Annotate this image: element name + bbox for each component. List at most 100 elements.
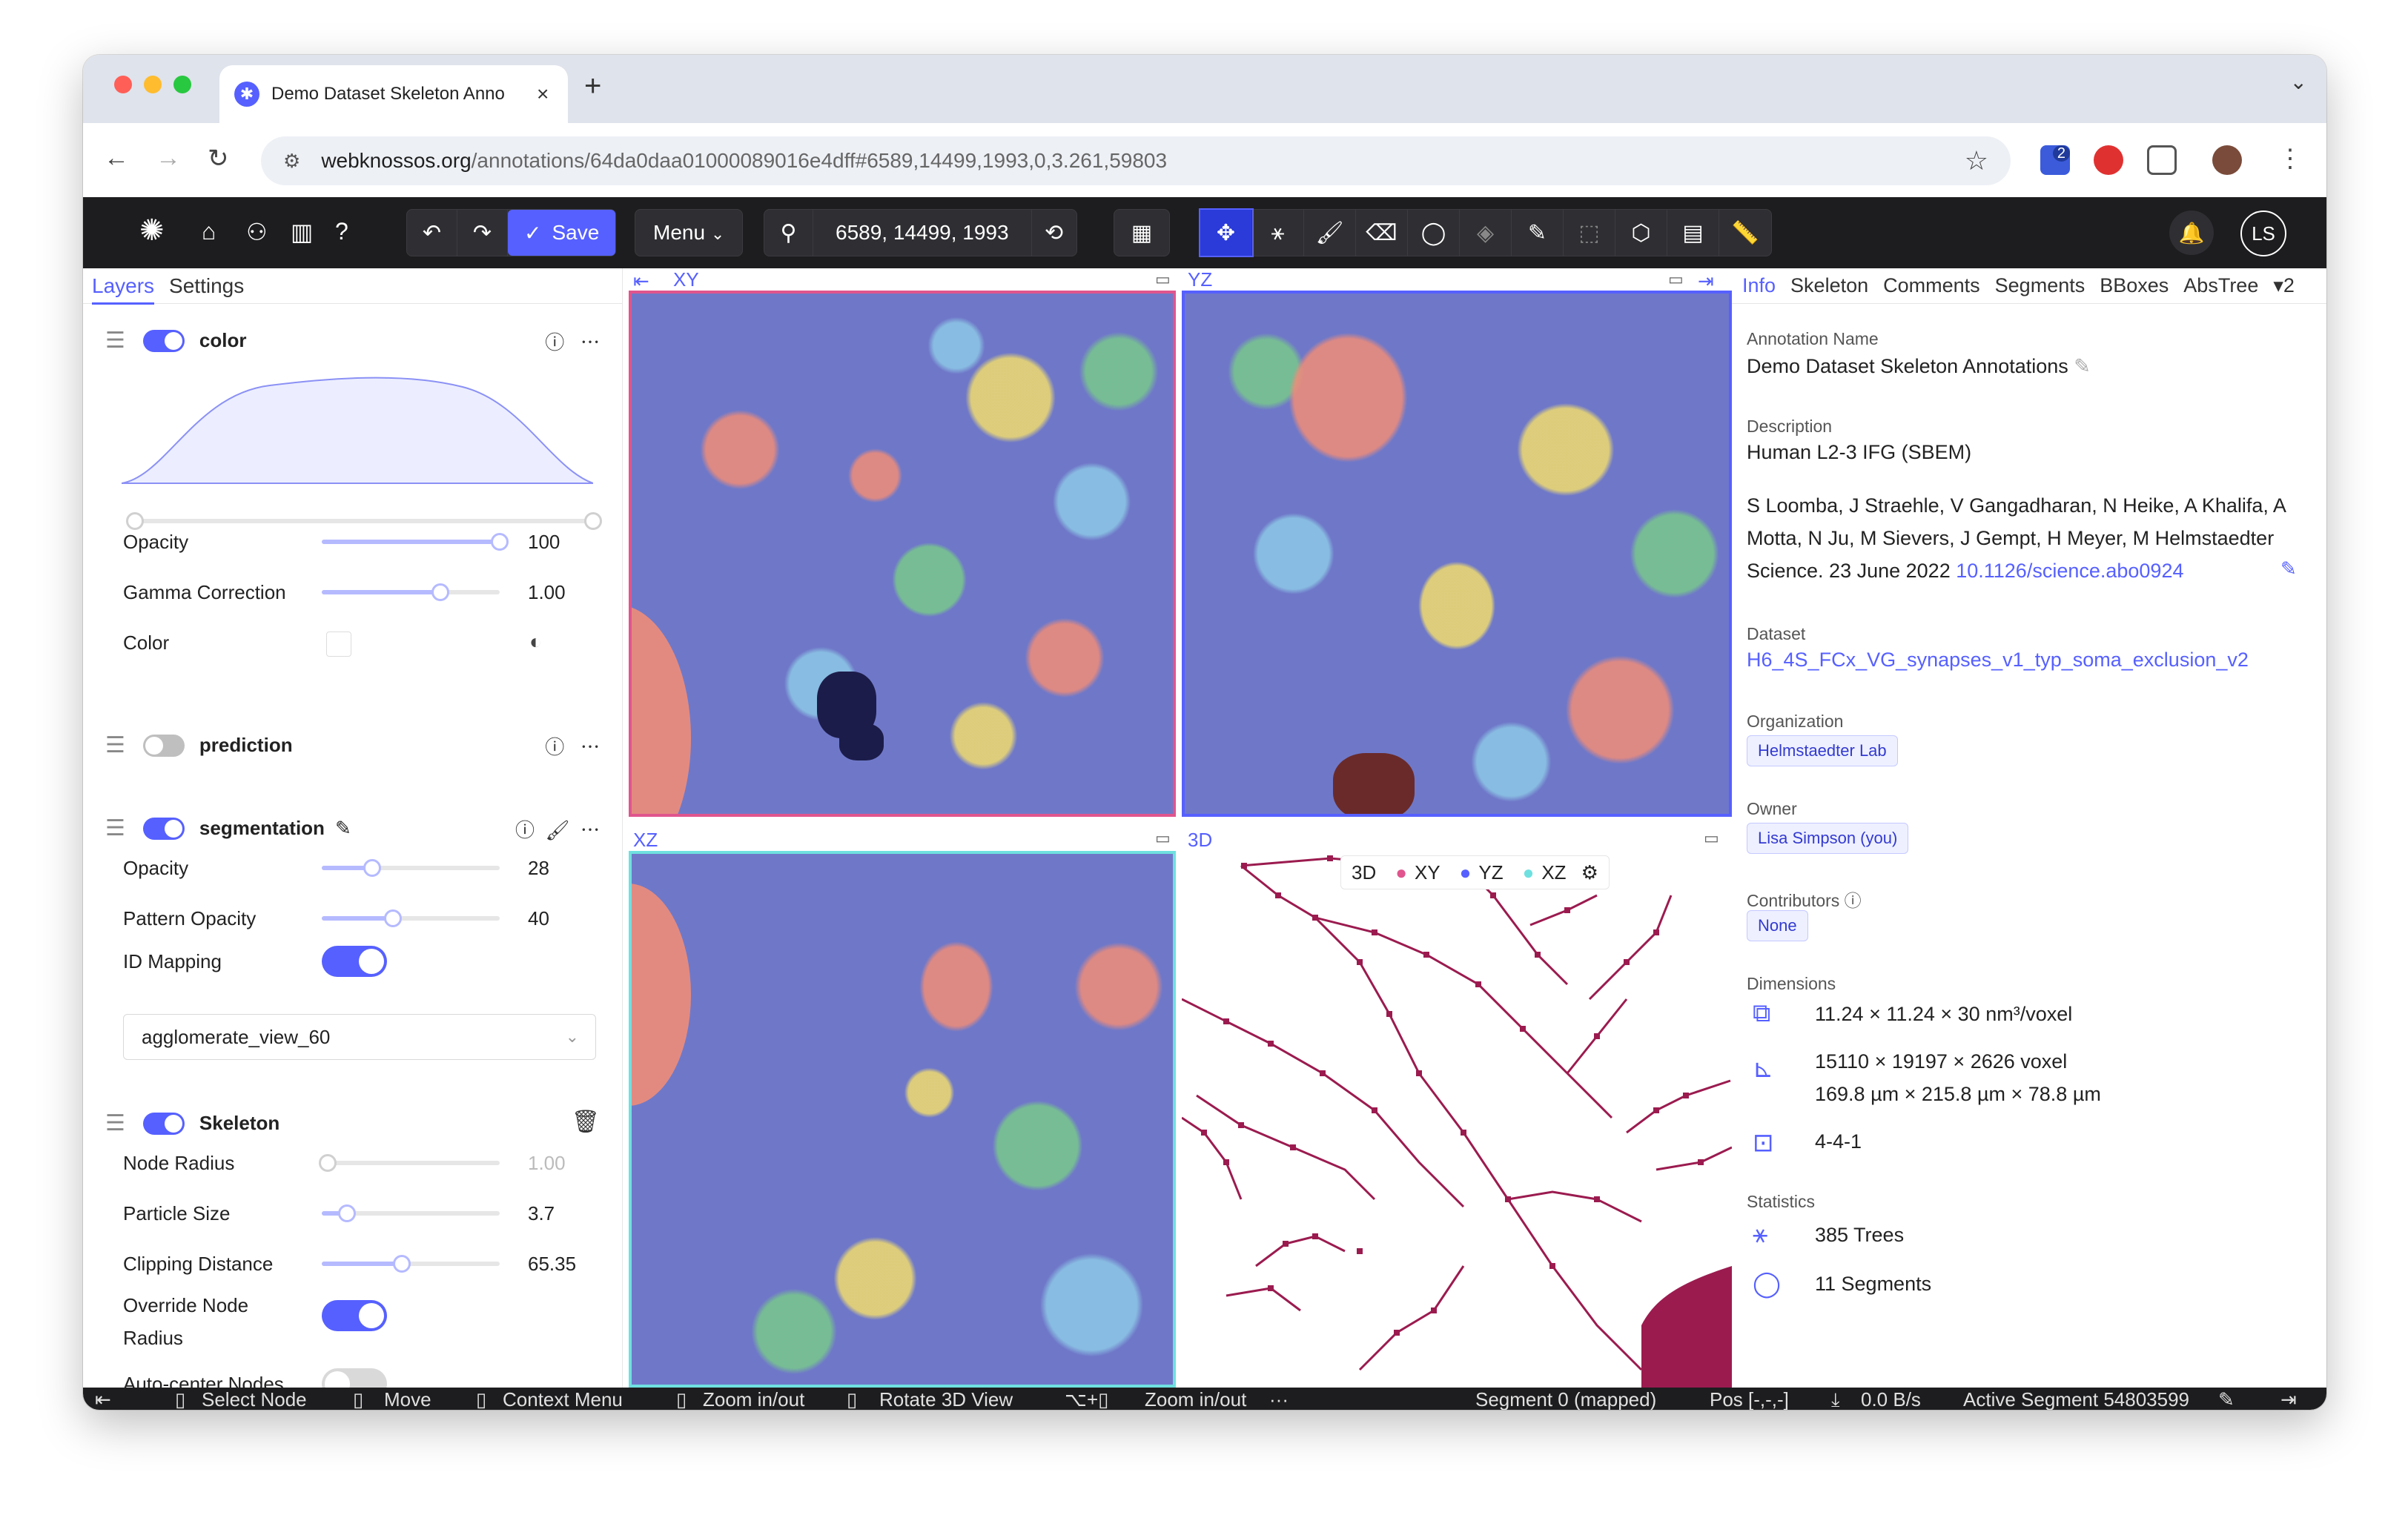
node-radius-slider[interactable]	[319, 1154, 337, 1172]
histogram-min-handle[interactable]	[126, 512, 144, 530]
pushpin-icon[interactable]: ⚲	[764, 210, 813, 256]
tab-comments[interactable]: Comments	[1883, 274, 1980, 297]
drag-handle-icon[interactable]: ☰	[105, 328, 125, 354]
menu-dropdown[interactable]: Menu ⌄	[635, 209, 744, 256]
minimize-window-button[interactable]	[144, 76, 162, 93]
xy-plane-button[interactable]: XY	[1415, 861, 1440, 884]
particle-size-slider[interactable]	[338, 1204, 356, 1222]
user-avatar[interactable]: LS	[2240, 211, 2286, 256]
clipping-distance-slider[interactable]	[393, 1255, 411, 1273]
move-tool-icon[interactable]: ✥	[1199, 208, 1254, 257]
3d-settings-gear-icon[interactable]: ⚙	[1581, 861, 1598, 884]
maximize-yz-icon[interactable]: ▭	[1668, 270, 1684, 289]
maximize-xz-icon[interactable]: ▭	[1155, 829, 1171, 848]
mapping-select[interactable]: agglomerate_view_60 ⌄	[123, 1014, 596, 1060]
tab-skeleton[interactable]: Skeleton	[1790, 274, 1868, 297]
drag-handle-icon[interactable]: ☰	[105, 1110, 125, 1136]
extension-badge-icon[interactable]: 2	[2040, 145, 2070, 175]
3d-viewport[interactable]: 3D ● XY ● YZ ● XZ ⚙	[1182, 851, 1732, 1388]
invert-color-icon[interactable]: ◐	[529, 630, 542, 654]
tabs-more-dropdown[interactable]: ▾2	[2273, 274, 2295, 297]
tab-settings[interactable]: Settings	[169, 274, 244, 298]
save-button[interactable]: ✓ Save	[508, 210, 616, 256]
close-window-button[interactable]	[114, 76, 132, 93]
more-icon[interactable]: ⋯	[580, 819, 600, 841]
seg-opacity-slider[interactable]	[363, 859, 381, 877]
tab-search-chevron-icon[interactable]: ⌄	[2290, 70, 2307, 94]
collapse-left-icon[interactable]: ⇤	[95, 1388, 111, 1410]
clipboard-icon[interactable]: ▤	[1667, 210, 1719, 256]
help-icon[interactable]: ?	[335, 218, 348, 245]
brush-tool-icon[interactable]: 🖌	[1304, 210, 1356, 256]
adblock-extension-icon[interactable]	[2094, 145, 2123, 175]
drag-handle-icon[interactable]: ☰	[105, 732, 125, 758]
maximize-xy-icon[interactable]: ▭	[1155, 270, 1171, 289]
info-icon[interactable]: ⓘ	[515, 819, 535, 841]
skeleton-tool-icon[interactable]: ⚹	[1252, 210, 1304, 256]
id-mapping-toggle[interactable]	[322, 946, 387, 977]
info-icon[interactable]: ⓘ	[545, 331, 564, 354]
drag-handle-icon[interactable]: ☰	[105, 815, 125, 841]
bookmark-star-icon[interactable]: ☆	[1965, 145, 1988, 176]
back-arrow-icon[interactable]: ←	[104, 144, 129, 173]
edit-description-pencil-icon[interactable]: ✎	[2280, 557, 2297, 580]
undo-button[interactable]: ↶	[407, 210, 457, 256]
home-icon[interactable]: ⌂	[202, 218, 216, 245]
tab-segments[interactable]: Segments	[1995, 274, 2086, 297]
yz-viewport[interactable]	[1182, 291, 1732, 817]
profile-avatar-icon[interactable]	[2212, 145, 2242, 175]
xz-plane-button[interactable]: XZ	[1541, 861, 1566, 884]
ruler-icon[interactable]: 📏	[1719, 210, 1771, 256]
trash-icon[interactable]: 🗑	[572, 1109, 600, 1135]
lasso-tool-icon[interactable]: ◯	[1408, 210, 1460, 256]
gamma-slider[interactable]	[431, 583, 449, 601]
xy-viewport[interactable]	[629, 291, 1176, 817]
browser-tab[interactable]: ✱ Demo Dataset Skeleton Anno ×	[219, 65, 568, 123]
site-settings-icon[interactable]: ⚙	[283, 150, 300, 173]
layout-grid-icon[interactable]: ▦	[1114, 210, 1169, 256]
new-tab-button[interactable]: +	[584, 70, 601, 103]
reload-icon[interactable]: ↻	[208, 144, 229, 173]
tab-bboxes[interactable]: BBoxes	[2100, 274, 2169, 297]
info-icon[interactable]: ⓘ	[545, 736, 564, 758]
autocenter-toggle[interactable]	[322, 1368, 387, 1388]
xz-viewport[interactable]	[629, 851, 1176, 1388]
browser-menu-icon[interactable]: ⋮	[2278, 144, 2303, 173]
collapse-right-icon[interactable]: ⇥	[2280, 1388, 2297, 1410]
yz-plane-button[interactable]: YZ	[1478, 861, 1503, 884]
tab-abstree[interactable]: AbsTree	[2183, 274, 2258, 297]
view-3d-button[interactable]: 3D	[1352, 861, 1376, 884]
statistics-icon[interactable]: ▥	[291, 218, 313, 246]
picker-tool-icon[interactable]: ✎	[1512, 210, 1564, 256]
edit-name-pencil-icon[interactable]: ✎	[2074, 355, 2091, 377]
tab-info[interactable]: Info	[1742, 274, 1776, 297]
xy-collapse-icon[interactable]: ⇤	[633, 270, 649, 293]
fill-tool-icon[interactable]: ◈	[1460, 210, 1512, 256]
color-swatch[interactable]	[326, 632, 351, 657]
prediction-layer-toggle[interactable]	[142, 734, 185, 757]
pattern-opacity-slider[interactable]	[384, 909, 402, 927]
maximize-window-button[interactable]	[173, 76, 191, 93]
eraser-tool-icon[interactable]: ⌫	[1356, 210, 1408, 256]
edit-pencil-icon[interactable]: ✎	[335, 817, 351, 840]
more-icon[interactable]: ⋯	[580, 736, 600, 758]
position-input[interactable]: 6589, 14499, 1993	[813, 210, 1032, 256]
histogram-max-handle[interactable]	[584, 512, 602, 530]
more-icon[interactable]: ⋯	[580, 331, 600, 354]
dataset-link[interactable]: H6_4S_FCx_VG_synapses_v1_typ_soma_exclus…	[1747, 643, 2249, 676]
color-opacity-slider[interactable]	[491, 533, 509, 551]
proofreading-cube-icon[interactable]: ⬡	[1615, 210, 1667, 256]
redo-button[interactable]: ↷	[457, 210, 508, 256]
url-input[interactable]: ⚙ webknossos.org /annotations/64da0daa01…	[261, 136, 2011, 185]
doi-link[interactable]: 10.1126/science.abo0924	[1956, 560, 2183, 582]
forward-arrow-icon[interactable]: →	[156, 144, 181, 173]
notification-bell-icon[interactable]: 🔔	[2169, 211, 2214, 255]
more-hints[interactable]: ···	[1269, 1388, 1289, 1410]
yz-expand-icon[interactable]: ⇥	[1698, 270, 1714, 293]
edit-segment-pencil-icon[interactable]: ✎	[2218, 1388, 2235, 1410]
extensions-puzzle-icon[interactable]	[2147, 145, 2177, 175]
info-icon[interactable]: ⓘ	[1845, 891, 1862, 910]
users-icon[interactable]: ⚇	[246, 218, 268, 246]
brush-icon[interactable]: 🖌	[546, 819, 570, 841]
skeleton-layer-toggle[interactable]	[142, 1112, 185, 1135]
